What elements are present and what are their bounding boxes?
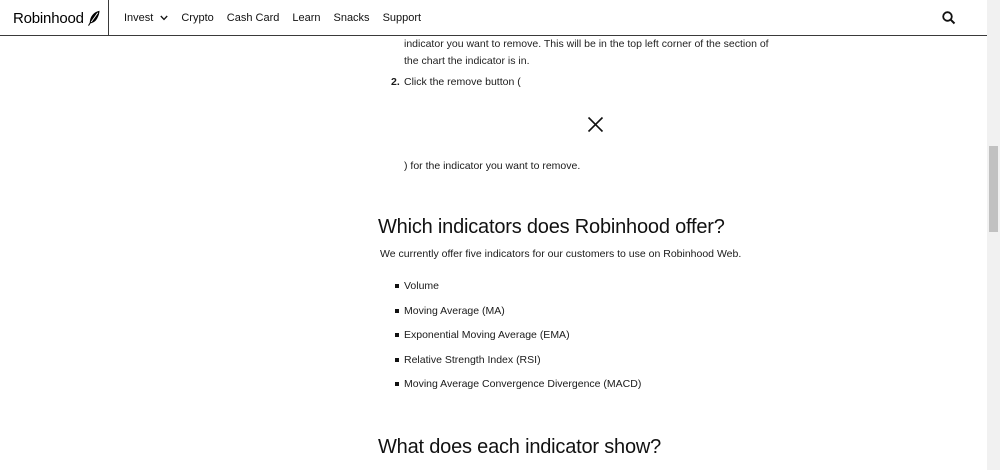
nav-item-crypto[interactable]: Crypto <box>181 12 213 24</box>
heading-which-indicators: Which indicators does Robinhood offer? <box>378 216 725 238</box>
nav-item-label: Crypto <box>181 12 214 24</box>
indicators-intro: We currently offer five indicators for o… <box>380 248 742 260</box>
step-2-text: Click the remove button ( <box>404 76 521 88</box>
nav-item-support[interactable]: Support <box>383 12 422 24</box>
page-scrollbar[interactable] <box>987 0 1000 470</box>
top-header: Robinhood Invest Crypto Cash Card Learn <box>0 0 987 36</box>
list-item: Moving Average Convergence Divergence (M… <box>395 377 641 402</box>
nav-item-learn[interactable]: Learn <box>292 12 320 24</box>
step-2-number: 2. <box>391 76 400 88</box>
indicators-list: Volume Moving Average (MA) Exponential M… <box>395 279 641 402</box>
steps-list: indicator you want to remove. This will … <box>404 36 784 69</box>
scrollbar-thumb[interactable] <box>989 146 998 232</box>
list-item: Exponential Moving Average (EMA) <box>395 328 641 353</box>
list-item: Relative Strength Index (RSI) <box>395 353 641 378</box>
list-item: Volume <box>395 279 641 304</box>
page: Robinhood Invest Crypto Cash Card Learn <box>0 0 1000 470</box>
nav-item-cash-card[interactable]: Cash Card <box>227 12 280 24</box>
chevron-down-icon <box>160 15 169 21</box>
feather-icon <box>87 10 100 26</box>
search-icon[interactable] <box>941 10 957 26</box>
nav-item-invest[interactable]: Invest <box>124 12 169 24</box>
heading-what-each-shows: What does each indicator show? <box>378 436 662 458</box>
close-icon <box>587 116 604 133</box>
main-nav: Invest Crypto Cash Card Learn Snacks Sup… <box>124 0 434 36</box>
step-1-line-1: indicator you want to remove. This will … <box>404 38 769 50</box>
step-1-line-2: the chart the indicator is in. <box>404 54 530 67</box>
nav-item-snacks[interactable]: Snacks <box>333 12 369 24</box>
brand-logo[interactable]: Robinhood <box>0 0 109 36</box>
brand-name: Robinhood <box>13 9 84 27</box>
nav-item-label: Snacks <box>333 12 370 24</box>
list-item: Moving Average (MA) <box>395 304 641 329</box>
nav-item-label: Invest <box>124 12 154 24</box>
step-2-tail: ) for the indicator you want to remove. <box>404 160 581 172</box>
nav-item-label: Learn <box>292 12 321 24</box>
nav-item-label: Cash Card <box>226 12 280 24</box>
nav-item-label: Support <box>382 12 422 24</box>
